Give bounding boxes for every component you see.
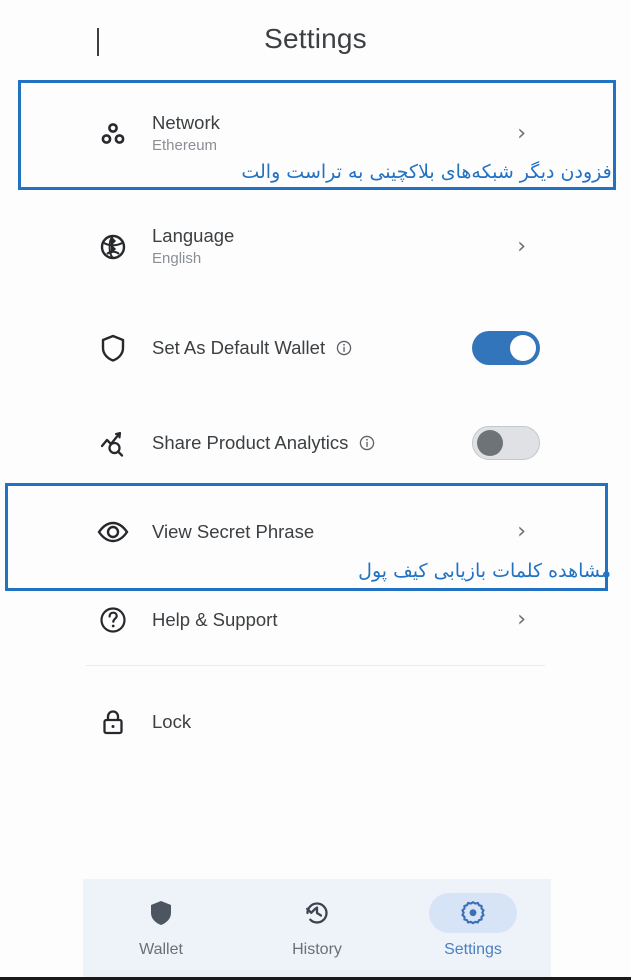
row-title: Help & Support xyxy=(152,609,278,630)
row-title: Share Product Analytics xyxy=(152,432,349,453)
bottom-navigation-bar: Wallet History Settings xyxy=(83,879,551,977)
lock-icon xyxy=(93,702,133,742)
shield-icon xyxy=(93,328,133,368)
globe-icon xyxy=(93,227,133,267)
row-text-group: Set As Default Wallet xyxy=(152,336,352,360)
row-title: Set As Default Wallet xyxy=(152,337,326,358)
chevron-right-icon[interactable]: › xyxy=(517,123,526,145)
chevron-right-icon[interactable]: › xyxy=(517,521,526,543)
row-text-group: Lock xyxy=(152,710,191,734)
chevron-right-icon[interactable]: › xyxy=(517,236,526,258)
nav-label: Settings xyxy=(444,941,502,958)
nav-label: History xyxy=(292,941,342,958)
settings-row-default-wallet[interactable]: Set As Default Wallet xyxy=(0,306,631,390)
share-analytics-toggle[interactable] xyxy=(472,426,540,460)
info-icon[interactable] xyxy=(336,340,352,356)
app-header: Settings xyxy=(0,0,631,78)
network-annotation-text: افزودن دیگر شبکه‌های بلاکچینی به تراست و… xyxy=(241,161,617,183)
question-circle-icon xyxy=(93,600,133,640)
row-text-group: Language English xyxy=(152,224,234,270)
settings-row-help-support[interactable]: Help & Support › xyxy=(0,578,631,662)
secret-phrase-annotation-text: مشاهده کلمات بازیابی کیف پول xyxy=(358,560,611,582)
settings-screen: Settings Network Ethereum › Language Eng… xyxy=(0,0,631,980)
section-divider xyxy=(86,665,545,666)
gear-icon xyxy=(429,893,517,933)
row-title: View Secret Phrase xyxy=(152,521,315,542)
toggle-knob xyxy=(510,335,536,361)
shield-filled-icon xyxy=(117,893,205,933)
row-text-group: Network Ethereum xyxy=(152,111,220,157)
settings-row-lock[interactable]: Lock xyxy=(0,680,631,764)
info-icon[interactable] xyxy=(359,435,375,451)
nav-item-wallet[interactable]: Wallet xyxy=(99,893,223,959)
clock-history-icon xyxy=(273,893,361,933)
nav-label: Wallet xyxy=(139,941,183,958)
row-subtitle: Ethereum xyxy=(152,137,218,154)
nav-item-settings[interactable]: Settings xyxy=(411,893,535,959)
row-title: Language xyxy=(152,225,235,246)
nav-item-history[interactable]: History xyxy=(255,893,379,959)
settings-row-language[interactable]: Language English › xyxy=(0,205,631,289)
row-text-group: Help & Support xyxy=(152,608,277,632)
row-text-group: Share Product Analytics xyxy=(152,431,375,455)
page-title: Settings xyxy=(264,23,367,54)
settings-row-share-analytics[interactable]: Share Product Analytics xyxy=(0,401,631,485)
analytics-search-icon xyxy=(93,423,133,463)
default-wallet-toggle[interactable] xyxy=(472,331,540,365)
row-title-with-info: Share Product Analytics xyxy=(152,431,375,455)
row-title: Network xyxy=(152,112,220,133)
eye-icon xyxy=(93,512,133,552)
toggle-knob xyxy=(477,430,503,456)
network-nodes-icon xyxy=(93,114,133,154)
row-text-group: View Secret Phrase xyxy=(152,520,314,544)
row-title: Lock xyxy=(152,711,192,732)
row-title-with-info: Set As Default Wallet xyxy=(152,336,352,360)
chevron-right-icon[interactable]: › xyxy=(517,609,526,631)
row-subtitle: English xyxy=(152,250,202,267)
